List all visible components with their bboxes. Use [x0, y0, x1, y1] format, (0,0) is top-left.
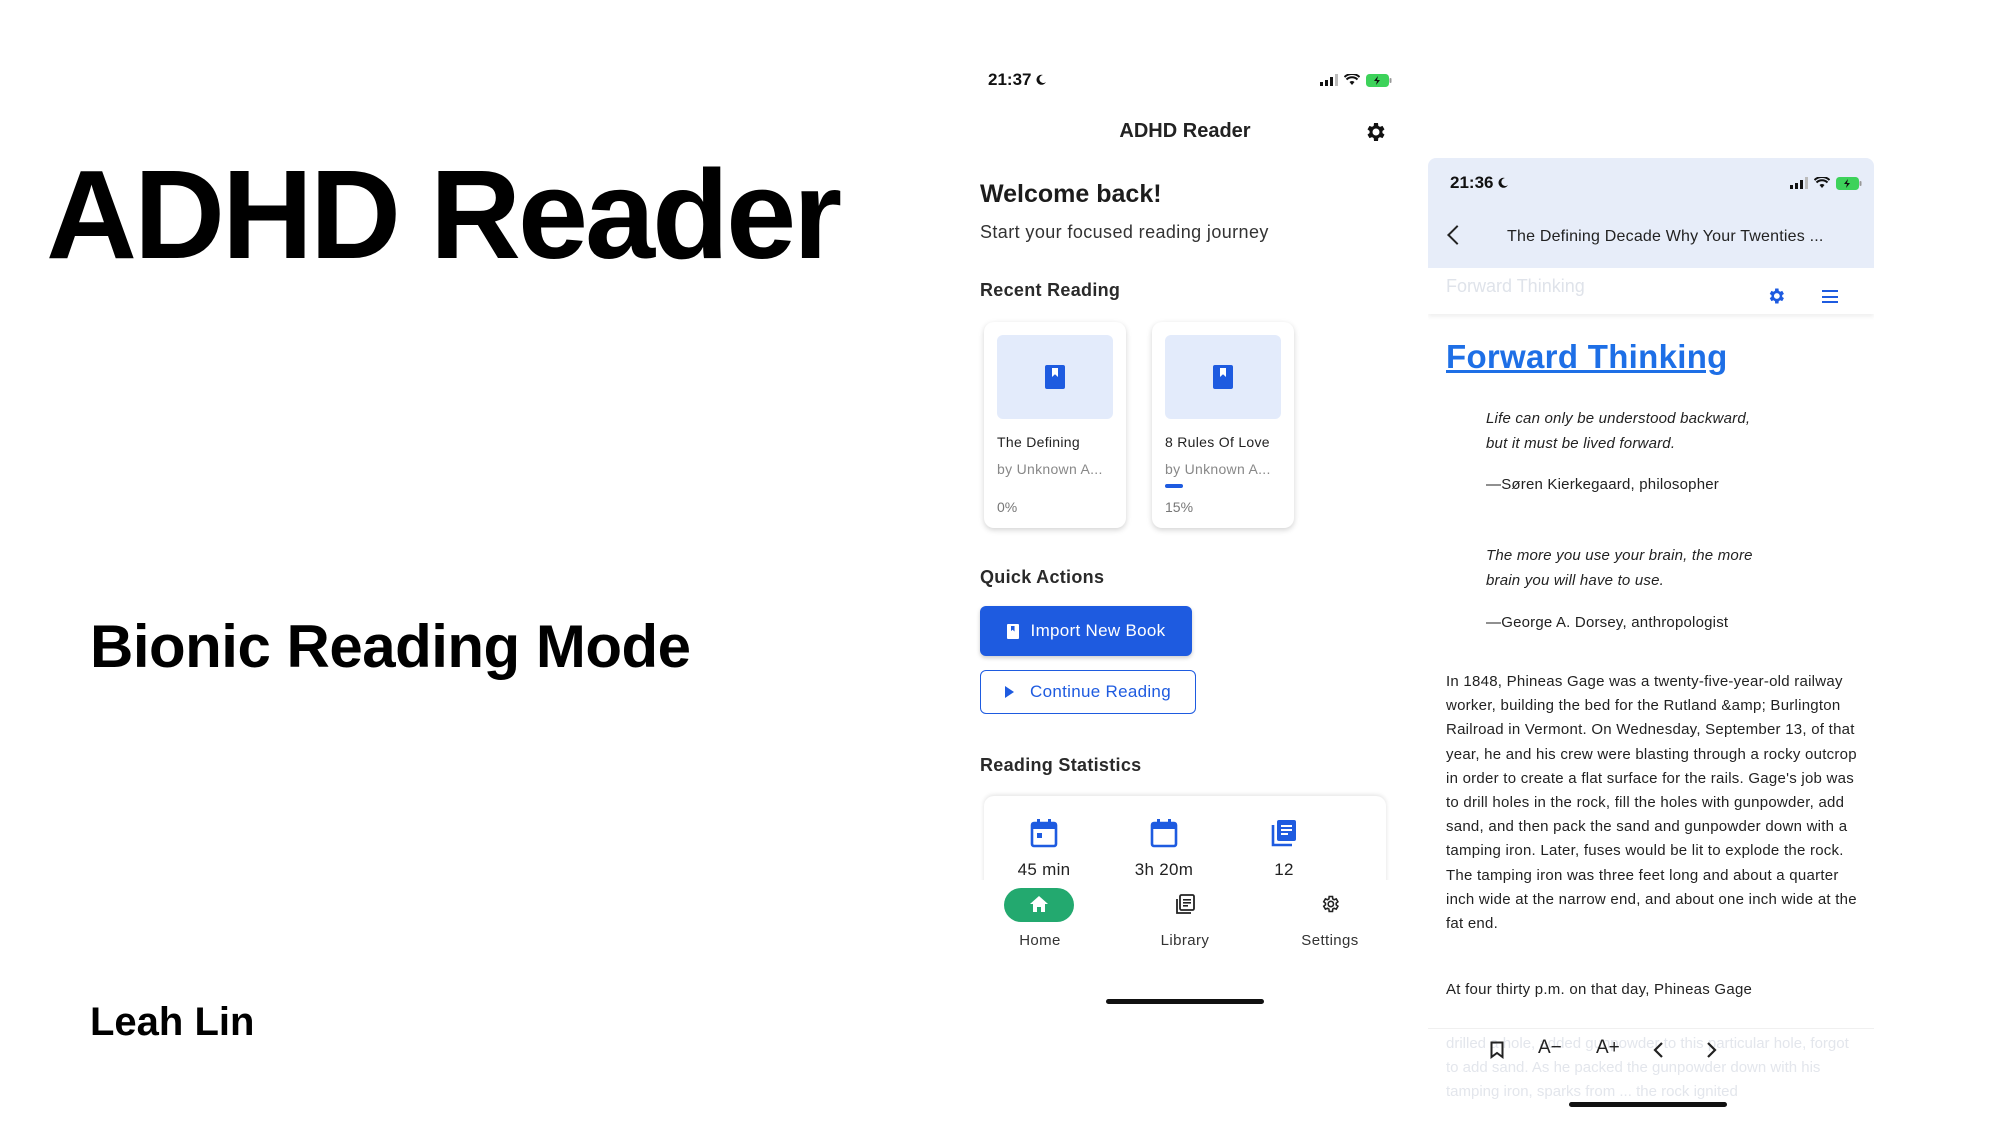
- book-progress-bar: [1165, 484, 1183, 488]
- book-cover: [1165, 335, 1281, 419]
- book-author: by Unknown A...: [1165, 461, 1271, 477]
- reader-book-title: The Defining Decade Why Your Twenties ..…: [1507, 228, 1824, 245]
- nav-label: Home: [1019, 932, 1061, 949]
- reader-bottom-bar: A− A+: [1428, 1028, 1874, 1072]
- table-of-contents-menu-icon[interactable]: [1822, 290, 1838, 303]
- library-icon: [1271, 820, 1296, 847]
- bookmark-icon[interactable]: [1490, 1041, 1504, 1059]
- settings-gear-icon[interactable]: [1363, 120, 1387, 144]
- quote-attribution: —George A. Dorsey, anthropologist: [1486, 614, 1729, 631]
- slide-subtitle: Bionic Reading Mode: [90, 613, 691, 680]
- bottom-nav: Home Library Settings: [970, 880, 1400, 960]
- book-progress-text: 0%: [997, 499, 1018, 515]
- book-cover: [997, 335, 1113, 419]
- book-progress-text: 15%: [1165, 499, 1194, 515]
- quote-line: brain you will have to use.: [1486, 572, 1664, 589]
- slide-title: ADHD Reader: [46, 144, 842, 285]
- font-decrease-button[interactable]: A−: [1538, 1037, 1562, 1059]
- home-icon: [1030, 896, 1048, 912]
- reader-settings-gear-icon[interactable]: [1766, 286, 1786, 306]
- book-card[interactable]: 8 Rules Of Love by Unknown A... 15%: [1152, 322, 1294, 528]
- wifi-icon: [1344, 74, 1360, 85]
- signal-icon: [1320, 74, 1338, 86]
- slide-author: Leah Lin: [90, 1000, 255, 1044]
- moon-icon: [1037, 74, 1047, 85]
- nav-label: Settings: [1301, 932, 1359, 949]
- quote-line: Life can only be understood backward,: [1486, 410, 1751, 427]
- wifi-icon: [1814, 177, 1830, 188]
- home-screen: 21:37 ADHD Reader Welcome back! Start yo…: [970, 58, 1400, 1008]
- quote-attribution: —Søren Kierkegaard, philosopher: [1486, 476, 1719, 493]
- gear-icon: [1322, 895, 1339, 913]
- status-bar: 21:37: [988, 66, 1392, 94]
- book-card[interactable]: The Defining by Unknown A... 0%: [984, 322, 1126, 528]
- stat-value: 45 min: [1017, 860, 1071, 879]
- continue-reading-label: Continue Reading: [1030, 682, 1171, 701]
- continue-reading-button[interactable]: Continue Reading: [980, 670, 1196, 714]
- previous-page-icon[interactable]: [1652, 1041, 1664, 1059]
- nav-label: Library: [1160, 932, 1210, 949]
- quick-actions-label: Quick Actions: [980, 567, 1105, 587]
- app-title: ADHD Reader: [1119, 120, 1251, 142]
- quote-1: Life can only be understood backward, bu…: [1486, 406, 1816, 456]
- reading-statistics-label: Reading Statistics: [980, 755, 1142, 775]
- book-title: The Defining: [997, 434, 1080, 450]
- book-author: by Unknown A...: [997, 461, 1103, 477]
- library-icon: [1176, 894, 1195, 914]
- welcome-title: Welcome back!: [980, 180, 1162, 208]
- book-icon: [1006, 623, 1019, 639]
- import-book-label: Import New Book: [1030, 621, 1166, 640]
- back-chevron-icon[interactable]: [1447, 225, 1467, 245]
- calendar-icon: [1030, 819, 1058, 848]
- signal-icon: [1790, 177, 1808, 189]
- book-icon: [1213, 365, 1233, 389]
- chapter-title: Forward Thinking: [1446, 338, 1728, 375]
- status-time: 21:37: [988, 70, 1032, 89]
- calendar-icon: [1150, 819, 1178, 848]
- stat-value: 12: [1274, 860, 1294, 879]
- play-icon: [1005, 686, 1015, 698]
- status-time: 21:36: [1450, 173, 1494, 192]
- moon-icon: [1499, 177, 1509, 188]
- reader-header: 21:36 The Defining Decade Why Your Twent…: [1428, 158, 1874, 268]
- recent-reading-label: Recent Reading: [980, 280, 1121, 300]
- stat-value: 3h 20m: [1134, 860, 1194, 879]
- quote-line: The more you use your brain, the more: [1486, 547, 1753, 564]
- quote-2: The more you use your brain, the more br…: [1486, 543, 1816, 593]
- welcome-subtitle: Start your focused reading journey: [980, 222, 1269, 242]
- book-title: 8 Rules Of Love: [1165, 434, 1270, 450]
- battery-charging-icon: [1366, 73, 1392, 87]
- font-increase-button[interactable]: A+: [1596, 1037, 1620, 1059]
- reader-toolbar: Forward Thinking: [1428, 268, 1874, 314]
- home-indicator: [1106, 999, 1264, 1004]
- status-bar: 21:36: [1450, 170, 1862, 196]
- ghost-chapter-title: Forward Thinking: [1446, 276, 1585, 296]
- book-icon: [1045, 365, 1065, 389]
- reader-paragraph: At four thirty p.m. on that day, Phineas…: [1446, 981, 1753, 998]
- battery-charging-icon: [1836, 176, 1862, 190]
- next-page-icon[interactable]: [1706, 1041, 1718, 1059]
- reader-screen: 21:36 The Defining Decade Why Your Twent…: [1428, 158, 1874, 1118]
- import-book-button[interactable]: Import New Book: [980, 606, 1192, 656]
- quote-line: but it must be lived forward.: [1486, 435, 1676, 452]
- reader-paragraph: In 1848, Phineas Gage was a twenty-five-…: [1446, 673, 1857, 933]
- home-indicator: [1569, 1102, 1727, 1107]
